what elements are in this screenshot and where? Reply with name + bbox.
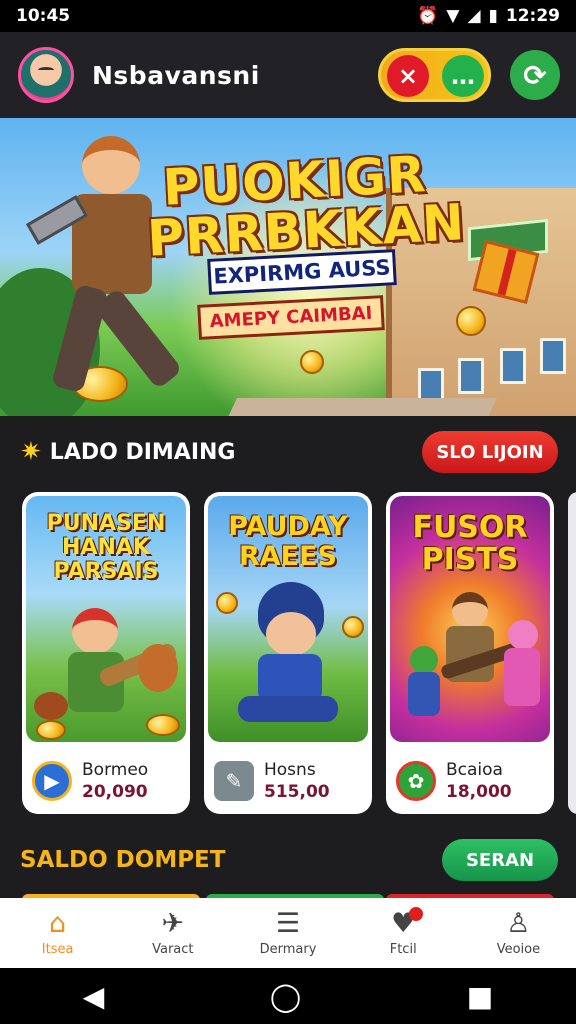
heart-icon: ♥	[391, 907, 424, 939]
explore-icon: ✈	[161, 908, 185, 939]
app-name: Nsbavansni	[92, 60, 260, 90]
app-screen: 10:45 ⏰ ▼ ◢ ▮ 12:29 Nsbavansni × … ⟳ PUO…	[0, 0, 576, 1024]
alarm-icon: ⏰	[417, 6, 439, 26]
card-meta: Bcaioa 18,000	[446, 760, 512, 802]
card-character-head	[508, 620, 538, 650]
games-section-header: ✷ LADO DIMAING SLO LIJOIN	[0, 422, 576, 482]
notification-badge	[409, 907, 424, 921]
card-character-head	[72, 608, 118, 654]
nav-label: Veoioe	[496, 942, 541, 957]
status-bar: 10:45 ⏰ ▼ ◢ ▮ 12:29	[0, 0, 576, 32]
nav-label: Dermary	[259, 942, 317, 957]
card-character-head	[452, 592, 488, 628]
game-card[interactable]: PAUDAY RAEES ✎ Hosns 515,00	[204, 492, 372, 814]
card-info: ✎ Hosns 515,00	[214, 754, 364, 808]
back-icon[interactable]: ◀	[83, 980, 105, 1013]
close-icon[interactable]: ×	[387, 55, 429, 97]
card-character-head	[266, 612, 316, 656]
card-art: PUNASEN HANAK PARSAIS	[26, 496, 186, 742]
banner-window	[540, 338, 566, 374]
hero-banner[interactable]: PUOKIGR PRRBKKAN EXPIRMG AUSS AMEPY CAIM…	[0, 118, 576, 416]
nav-item-profile[interactable]: ♙ Veoioe	[461, 898, 576, 968]
chat-icon[interactable]: …	[442, 55, 484, 97]
wallet-section-title: SALDO DOMPET	[20, 847, 226, 873]
card-character-head	[410, 646, 438, 674]
card-character-legs	[238, 696, 338, 722]
join-button[interactable]: SLO LIJOIN	[422, 431, 558, 473]
game-card[interactable]: PUNASEN HANAK PARSAIS ▶ Bormeo 20,090	[22, 492, 190, 814]
game-cards-row: PUNASEN HANAK PARSAIS ▶ Bormeo 20,090 PA…	[0, 492, 576, 814]
system-nav-bar: ◀ ◯ ■	[0, 968, 576, 1024]
nav-item-explore[interactable]: ✈ Varact	[115, 898, 230, 968]
refresh-button[interactable]: ⟳	[510, 50, 560, 100]
avatar-face	[38, 67, 54, 73]
status-time-right: 12:29	[505, 6, 560, 26]
coin-icon	[342, 616, 364, 638]
profile-icon: ♙	[506, 908, 531, 939]
card-name: Bormeo	[82, 760, 149, 780]
star-icon: ✷	[20, 437, 42, 467]
game-card[interactable]: FUSOR PISTS ✿ Bcaioa 18,000	[386, 492, 554, 814]
card-value: 515,00	[264, 782, 330, 802]
banner-road	[223, 398, 497, 416]
wallet-section-header: SALDO DOMPET SERAN	[0, 830, 576, 890]
list-icon: ☰	[275, 908, 301, 939]
nav-label: Ftcil	[389, 942, 417, 957]
hero-leg	[93, 287, 183, 390]
coin-icon	[36, 720, 66, 740]
card-value: 20,090	[82, 782, 148, 802]
card-name: Bcaioa	[446, 760, 503, 780]
signal-icon: ◢	[467, 6, 481, 26]
coin-icon	[456, 306, 486, 336]
card-character-body	[504, 648, 540, 706]
home-icon: ⌂	[49, 908, 67, 939]
card-pet	[138, 644, 178, 692]
status-time-left: 10:45	[16, 6, 71, 26]
card-name: Hosns	[264, 760, 316, 780]
gems-icon: ✿	[396, 761, 436, 801]
banner-window	[458, 358, 484, 394]
card-value: 18,000	[446, 782, 512, 802]
nav-item-favorites[interactable]: ♥ Ftcil	[346, 898, 461, 968]
card-info: ▶ Bormeo 20,090	[32, 754, 182, 808]
bottom-nav: ⌂ Itsea ✈ Varact ☰ Dermary ♥ Ftcil ♙ Veo…	[0, 898, 576, 968]
nav-label: Itsea	[41, 942, 74, 957]
app-header: Nsbavansni × … ⟳	[0, 32, 576, 118]
card-art: PAUDAY RAEES	[208, 496, 368, 742]
card-character-body	[408, 672, 440, 716]
avatar[interactable]	[18, 47, 74, 103]
nav-item-home[interactable]: ⌂ Itsea	[0, 898, 115, 968]
nav-item-summary[interactable]: ☰ Dermary	[230, 898, 345, 968]
home-button-icon[interactable]: ◯	[270, 980, 301, 1013]
game-card-peek[interactable]	[568, 492, 576, 814]
action-toggle-pill[interactable]: × …	[378, 48, 491, 102]
banner-title: PUOKIGR PRRBKKAN	[144, 145, 466, 268]
tools-icon: ✎	[214, 761, 254, 801]
battery-icon: ▮	[488, 6, 498, 26]
play-icon: ▶	[32, 761, 72, 801]
banner-window	[500, 348, 526, 384]
games-section-title: LADO DIMAING	[49, 439, 236, 465]
card-meta: Hosns 515,00	[264, 760, 330, 802]
card-art-title: PUNASEN HANAK PARSAIS	[46, 511, 166, 584]
card-art-title: PAUDAY RAEES	[228, 511, 348, 572]
wallet-button[interactable]: SERAN	[442, 839, 558, 881]
nav-label: Varact	[152, 942, 194, 957]
recents-icon[interactable]: ■	[467, 980, 493, 1013]
card-info: ✿ Bcaioa 18,000	[396, 754, 546, 808]
hero-head	[82, 136, 140, 194]
card-art: FUSOR PISTS	[390, 496, 550, 742]
card-pet	[34, 692, 68, 720]
card-character-body	[258, 654, 322, 702]
card-art-title: FUSOR PISTS	[412, 510, 528, 577]
card-meta: Bormeo 20,090	[82, 760, 148, 802]
coin-icon	[300, 350, 324, 374]
coin-icon	[146, 714, 180, 736]
coin-icon	[216, 592, 238, 614]
wifi-icon: ▼	[446, 6, 460, 26]
status-icons: ⏰ ▼ ◢ ▮ 12:29	[417, 6, 560, 26]
